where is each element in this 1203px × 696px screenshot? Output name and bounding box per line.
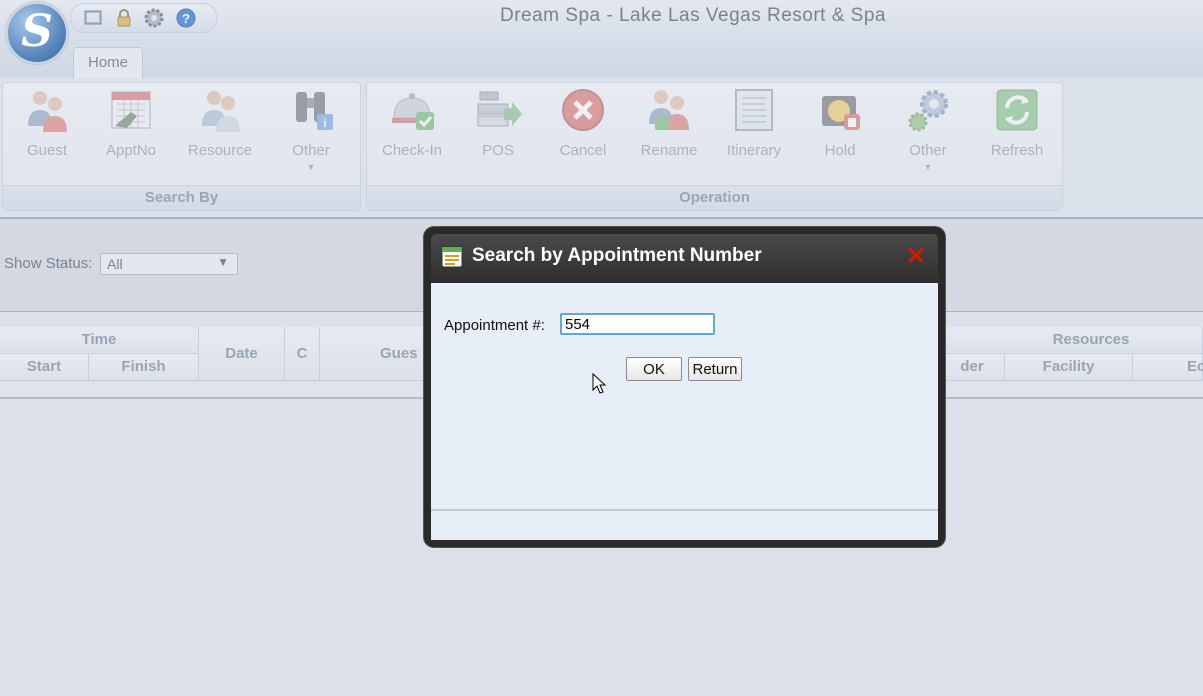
dialog-header: Search by Appointment Number ✕ <box>431 234 938 281</box>
app-logo[interactable]: S <box>6 2 68 64</box>
dialog-body: Appointment #: OK Return <box>431 283 938 509</box>
dialog-footer <box>431 509 938 540</box>
appointment-number-input[interactable] <box>560 313 715 335</box>
return-button[interactable]: Return <box>688 357 742 381</box>
window-icon <box>441 246 463 268</box>
search-appointment-dialog: Search by Appointment Number ✕ Appointme… <box>424 227 945 547</box>
appointment-number-label: Appointment #: <box>444 317 545 334</box>
close-icon[interactable]: ✕ <box>906 245 926 269</box>
dialog-title: Search by Appointment Number <box>472 245 762 266</box>
mouse-cursor-icon <box>592 373 607 394</box>
ok-button[interactable]: OK <box>626 357 682 381</box>
